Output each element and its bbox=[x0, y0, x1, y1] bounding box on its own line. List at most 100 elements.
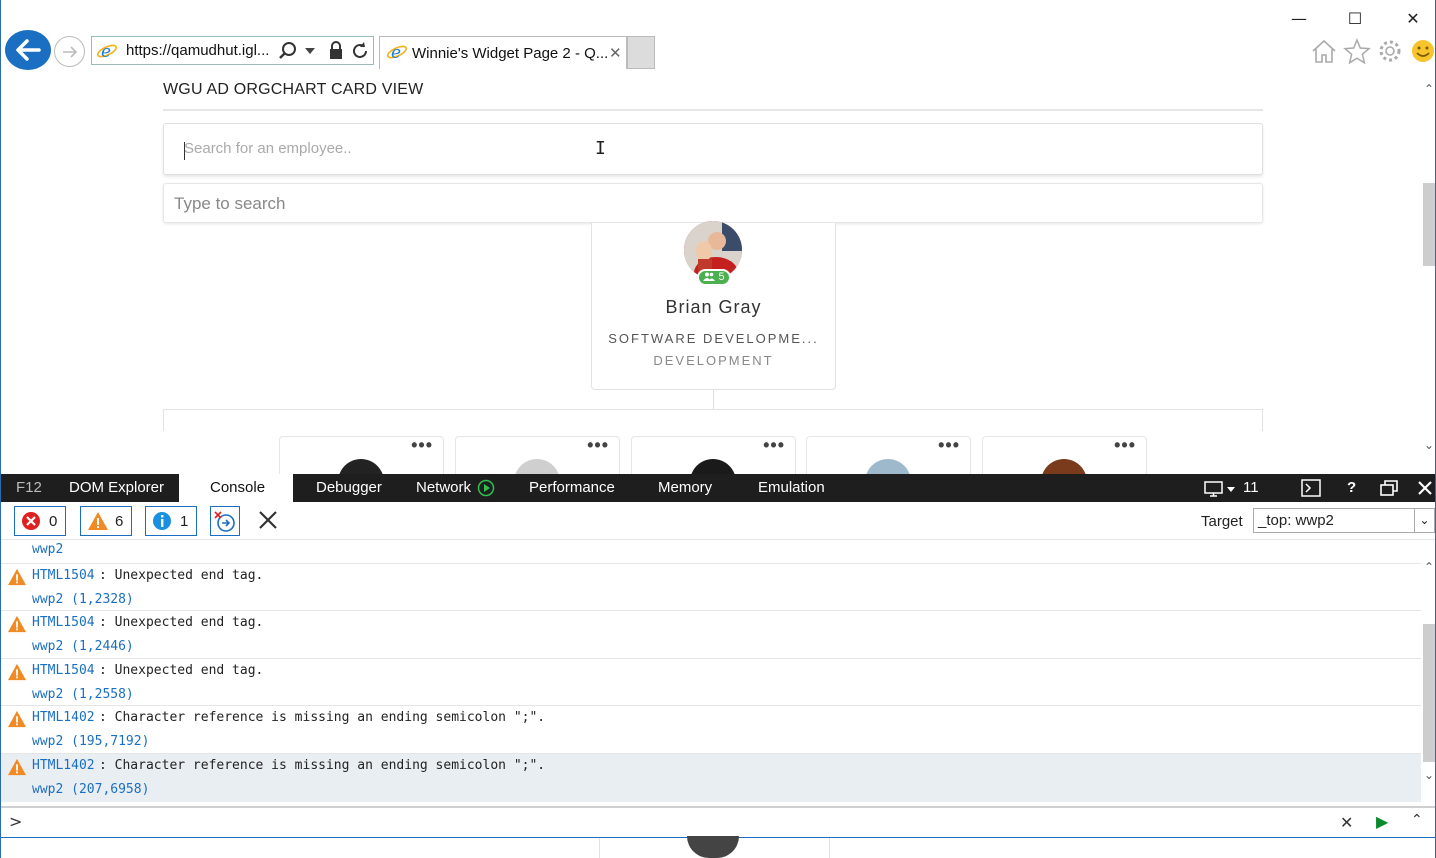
devtools-tab-bar: F12 DOM Explorer Console Debugger Networ… bbox=[1, 474, 1435, 502]
console-toggle-icon[interactable] bbox=[1301, 479, 1321, 497]
type-to-search-input[interactable] bbox=[174, 194, 1074, 214]
forward-button[interactable] bbox=[54, 36, 85, 67]
lock-icon[interactable] bbox=[328, 41, 344, 61]
console-scrollbar[interactable]: ⌃ ⌄ bbox=[1421, 540, 1435, 802]
console-entry: HTML1504 : Unexpected end tag. wwp2 (1,2… bbox=[1, 658, 1421, 705]
undock-icon[interactable] bbox=[1380, 480, 1398, 496]
avatar[interactable] bbox=[690, 459, 736, 474]
errors-filter-button[interactable]: 0 bbox=[14, 506, 66, 536]
console-source-link[interactable]: wwp2 (1,2446) bbox=[32, 639, 134, 654]
clear-input-icon[interactable]: ✕ bbox=[1340, 813, 1353, 832]
chevron-down-icon[interactable] bbox=[304, 47, 316, 55]
error-circle-icon bbox=[22, 512, 40, 530]
console-source-link[interactable]: wwp2 (195,7192) bbox=[32, 734, 149, 749]
card-menu-icon[interactable]: ••• bbox=[763, 435, 785, 456]
new-tab-button[interactable] bbox=[627, 36, 655, 69]
console-error-code[interactable]: HTML1402 bbox=[32, 758, 95, 773]
console-error-code[interactable]: HTML1402 bbox=[32, 710, 95, 725]
console-scrollbar-thumb[interactable] bbox=[1423, 624, 1435, 762]
page-scrollbar-thumb[interactable] bbox=[1423, 183, 1435, 266]
tab-performance[interactable]: Performance bbox=[529, 474, 615, 502]
tab-emulation[interactable]: Emulation bbox=[758, 474, 825, 502]
console-entry: HTML1402 : Character reference is missin… bbox=[1, 753, 1421, 802]
child-employee-card[interactable]: ••• bbox=[455, 435, 620, 474]
console-input-bar[interactable]: > ✕ ▶ ⌃ bbox=[1, 806, 1435, 838]
smiley-feedback-icon[interactable] bbox=[1409, 38, 1436, 64]
favorites-star-icon[interactable] bbox=[1343, 38, 1371, 64]
back-button[interactable] bbox=[5, 30, 51, 70]
document-mode-icon[interactable] bbox=[1204, 480, 1236, 498]
employee-name: Brian Gray bbox=[665, 297, 762, 317]
console-entry: HTML1504 : Unexpected end tag. wwp2 (1,2… bbox=[1, 563, 1421, 610]
card-menu-icon[interactable]: ••• bbox=[411, 435, 433, 456]
close-tab-icon[interactable]: ✕ bbox=[609, 44, 622, 62]
console-output: wwp2 HTML1504 : Unexpected end tag. wwp2… bbox=[1, 540, 1421, 802]
employee-search-box[interactable] bbox=[163, 123, 1263, 175]
avatar[interactable] bbox=[865, 459, 911, 474]
console-source-link[interactable]: wwp2 (1,2328) bbox=[32, 592, 134, 607]
warnings-count: 6 bbox=[115, 513, 124, 530]
child-employee-card[interactable]: ••• bbox=[631, 435, 796, 474]
avatar[interactable] bbox=[514, 459, 560, 474]
tab-debugger[interactable]: Debugger bbox=[316, 474, 382, 502]
refresh-icon[interactable] bbox=[350, 41, 370, 61]
console-source-link[interactable]: wwp2 bbox=[32, 542, 63, 557]
document-mode-value[interactable]: 11 bbox=[1243, 474, 1259, 502]
run-script-icon[interactable]: ▶ bbox=[1376, 812, 1388, 831]
tab-console[interactable]: Console bbox=[179, 474, 293, 502]
settings-gear-icon[interactable] bbox=[1376, 38, 1404, 64]
console-message: : Character reference is missing an endi… bbox=[99, 758, 546, 773]
employee-search-input[interactable] bbox=[184, 140, 1084, 157]
card-menu-icon[interactable]: ••• bbox=[1114, 435, 1136, 456]
network-record-icon[interactable] bbox=[477, 479, 495, 497]
child-employee-card[interactable]: ••• bbox=[279, 435, 444, 474]
tab-memory[interactable]: Memory bbox=[658, 474, 712, 502]
expand-multiline-icon[interactable]: ⌃ bbox=[1411, 812, 1423, 828]
console-error-code[interactable]: HTML1504 bbox=[32, 663, 95, 678]
card-menu-icon[interactable]: ••• bbox=[587, 435, 609, 456]
close-window-button[interactable]: ✕ bbox=[1398, 6, 1428, 32]
type-to-search-box[interactable] bbox=[163, 183, 1263, 223]
child-employee-card[interactable]: ••• bbox=[982, 435, 1147, 474]
warnings-filter-button[interactable]: 6 bbox=[80, 506, 132, 536]
target-select[interactable]: _top: wwp2 ⌄ bbox=[1253, 508, 1435, 533]
clear-on-navigate-button[interactable] bbox=[210, 506, 240, 536]
scroll-down-icon[interactable]: ⌄ bbox=[1424, 768, 1434, 782]
info-circle-icon bbox=[153, 512, 171, 530]
tab-dom-explorer[interactable]: DOM Explorer bbox=[69, 474, 164, 502]
scroll-up-icon[interactable]: ⌃ bbox=[1424, 560, 1434, 574]
console-toolbar: 0 6 1 Target _top: wwp2 ⌄ bbox=[1, 502, 1435, 540]
help-icon[interactable]: ? bbox=[1347, 474, 1356, 502]
clear-console-icon[interactable] bbox=[258, 510, 278, 530]
maximize-button[interactable]: ☐ bbox=[1340, 6, 1370, 32]
employee-card[interactable]: 5 Brian Gray SOFTWARE DEVELOPME... DEVEL… bbox=[591, 221, 836, 390]
avatar[interactable] bbox=[338, 459, 384, 474]
screen: — ☐ ✕ e https://qamudhut.igl... e Winnie… bbox=[0, 0, 1436, 858]
scroll-down-icon[interactable]: ⌄ bbox=[1424, 438, 1434, 452]
info-filter-button[interactable]: 1 bbox=[145, 506, 197, 536]
page-scrollbar[interactable]: ⌃ ⌄ bbox=[1421, 76, 1435, 474]
console-source-link[interactable]: wwp2 (1,2558) bbox=[32, 687, 134, 702]
address-bar[interactable]: e https://qamudhut.igl... bbox=[91, 36, 374, 65]
warning-triangle-icon bbox=[8, 758, 26, 776]
tab-network[interactable]: Network bbox=[416, 474, 471, 502]
browser-tab[interactable]: e Winnie's Widget Page 2 - Q... ✕ bbox=[379, 36, 627, 69]
chevron-down-icon[interactable]: ⌄ bbox=[1414, 509, 1434, 532]
console-error-code[interactable]: HTML1504 bbox=[32, 615, 95, 630]
console-error-code[interactable]: HTML1504 bbox=[32, 568, 95, 583]
console-source-link[interactable]: wwp2 (207,6958) bbox=[32, 782, 149, 797]
child-employee-card[interactable]: ••• bbox=[806, 435, 971, 474]
f12-label: F12 bbox=[16, 479, 42, 496]
warning-triangle-icon bbox=[88, 512, 108, 530]
direct-reports-badge[interactable]: 5 bbox=[697, 269, 731, 286]
avatar[interactable] bbox=[1041, 459, 1087, 474]
scroll-up-icon[interactable]: ⌃ bbox=[1424, 82, 1434, 96]
console-message: : Unexpected end tag. bbox=[99, 615, 264, 630]
console-entry: HTML1402 : Character reference is missin… bbox=[1, 705, 1421, 753]
search-icon[interactable] bbox=[278, 41, 298, 61]
card-menu-icon[interactable]: ••• bbox=[938, 435, 960, 456]
direct-reports-count: 5 bbox=[718, 271, 725, 283]
home-icon[interactable] bbox=[1310, 38, 1338, 64]
minimize-button[interactable]: — bbox=[1284, 6, 1314, 32]
close-devtools-icon[interactable] bbox=[1418, 481, 1432, 495]
